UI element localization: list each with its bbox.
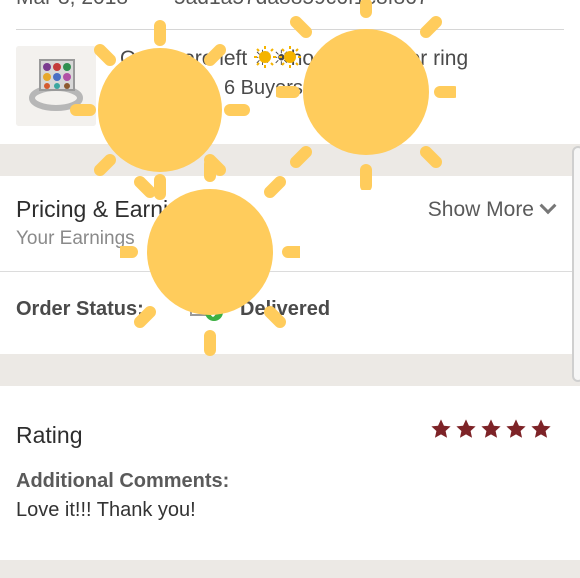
- pricing-title: Pricing & Earnings: [16, 196, 206, 222]
- order-id: 5ad1a57da8859c6f1c8f867: [174, 0, 429, 9]
- star-icon: [531, 419, 551, 438]
- comments-label: Additional Comments:: [16, 470, 230, 492]
- item-buyers: 6 Buyers: [224, 77, 303, 99]
- check-circle-icon: [190, 300, 223, 321]
- scrollbar[interactable]: [572, 146, 580, 382]
- item-title[interactable]: One more left ☀☀ho... 925 silver ring: [120, 46, 468, 71]
- order-status-value: Delivered: [240, 298, 331, 320]
- order-status-section: Order Status: Delivered: [0, 272, 580, 354]
- order-header: Mar 3, 2018 5ad1a57da8859c6f1c8f867: [0, 0, 580, 30]
- pricing-subtitle: Your Earnings: [16, 228, 135, 249]
- order-date: Mar 3, 2018: [16, 0, 128, 9]
- star-icon: [506, 419, 526, 438]
- section-gap: [0, 144, 580, 176]
- section-gap: [0, 354, 580, 386]
- comments-text: Love it!!! Thank you!: [16, 499, 196, 521]
- order-header-text: Mar 3, 2018 5ad1a57da8859c6f1c8f867: [16, 0, 429, 10]
- show-more-button[interactable]: Show More: [427, 197, 557, 222]
- rating-section: Rating Additional Comments: Love it!!! T…: [0, 386, 580, 560]
- item-row[interactable]: One more left ☀☀ho... 925 silver ring 6 …: [0, 30, 580, 144]
- chevron-down-icon: [539, 197, 557, 215]
- show-more-label: Show More: [427, 198, 534, 221]
- item-thumbnail[interactable]: [16, 46, 96, 126]
- star-icon: [456, 419, 476, 438]
- ring-photo: [16, 46, 96, 126]
- order-status-label: Order Status:: [16, 298, 144, 320]
- pricing-section[interactable]: Pricing & Earnings Your Earnings Show Mo…: [0, 176, 580, 272]
- rating-title: Rating: [16, 422, 83, 448]
- star-icon: [431, 419, 451, 438]
- star-rating: [430, 418, 552, 440]
- section-gap: [0, 560, 580, 578]
- star-icon: [481, 419, 501, 438]
